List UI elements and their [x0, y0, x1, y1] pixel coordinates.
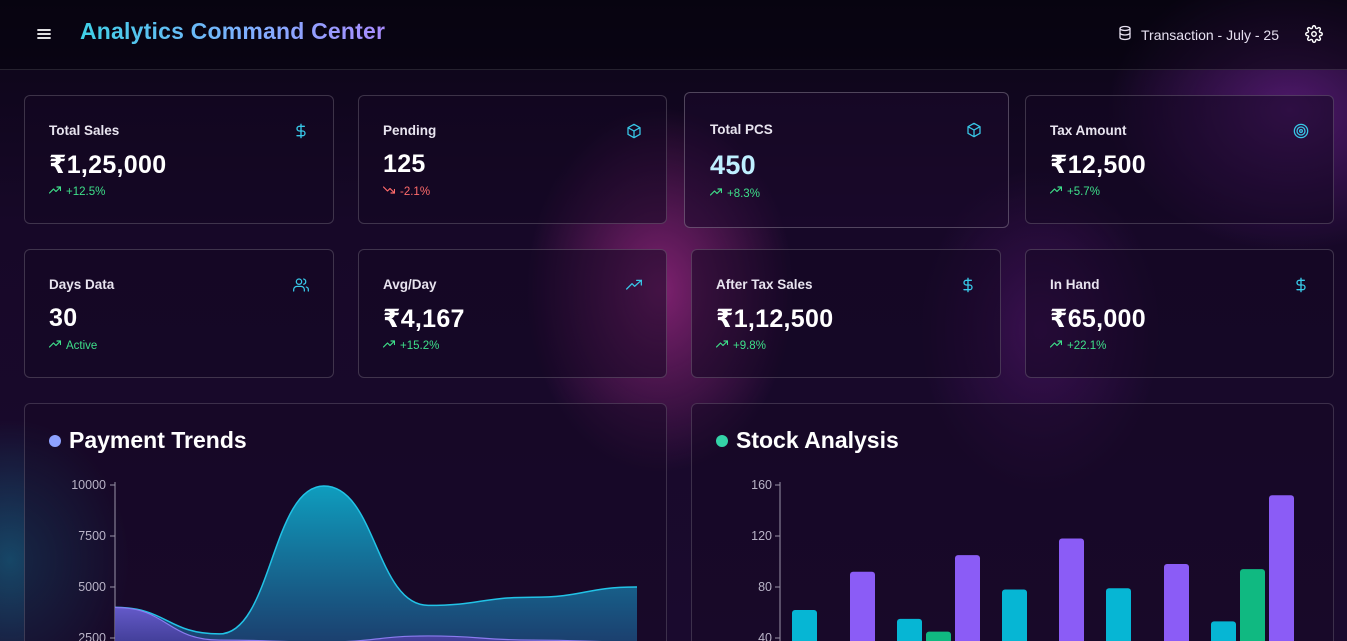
- target-icon: [1293, 123, 1309, 139]
- card-label: In Hand: [1050, 277, 1100, 292]
- trending-up-icon: [1049, 339, 1063, 352]
- stock-analysis-panel: Stock Analysis 40 80 120 160: [691, 403, 1334, 641]
- top-bar: Analytics Command Center Transaction - J…: [0, 0, 1347, 70]
- stock-bar: [1002, 589, 1027, 641]
- y-tick-label: 10000: [71, 478, 106, 492]
- menu-icon[interactable]: [34, 24, 54, 44]
- card-trend-value: +12.5%: [66, 185, 106, 198]
- payment-trends-panel: Payment Trends 2500 5000 7500 10000: [24, 403, 667, 641]
- trending-down-icon: [382, 185, 396, 198]
- card-trend: Active: [48, 339, 98, 352]
- stat-card-pending[interactable]: Pending 125 -2.1%: [358, 95, 667, 224]
- stock-analysis-chart: 40 80 120 160: [751, 478, 1294, 641]
- stock-bar: [1269, 495, 1294, 641]
- card-trend-value: -2.1%: [400, 185, 431, 198]
- stock-bar: [926, 631, 951, 641]
- card-trend-value: +5.7%: [1067, 185, 1100, 198]
- trending-up-icon: [715, 339, 729, 352]
- stock-bar: [955, 555, 980, 641]
- stock-bar: [792, 609, 817, 641]
- y-tick-label: 80: [758, 580, 772, 594]
- card-value: 30: [49, 304, 78, 332]
- box-icon: [966, 122, 982, 138]
- stat-card-tax-amount[interactable]: Tax Amount ₹12,500 +5.7%: [1025, 95, 1334, 224]
- card-value: ₹4,167: [383, 305, 465, 333]
- stock-bar: [897, 618, 922, 641]
- card-label: Tax Amount: [1050, 123, 1127, 138]
- card-label: Avg/Day: [383, 277, 437, 292]
- trending-up-icon: [1049, 185, 1063, 198]
- card-trend: +15.2%: [382, 339, 440, 352]
- card-trend: +12.5%: [48, 185, 106, 198]
- trending-up-icon: [48, 185, 62, 198]
- trending-up-icon: [626, 277, 642, 293]
- y-tick-label: 5000: [78, 580, 106, 594]
- transaction-selector[interactable]: Transaction - July - 25: [1117, 25, 1279, 44]
- card-value: 125: [383, 150, 426, 178]
- trending-up-icon: [382, 339, 396, 352]
- card-trend-value: +8.3%: [727, 187, 760, 200]
- card-value: ₹65,000: [1050, 305, 1146, 333]
- stock-bar: [1240, 569, 1265, 641]
- stat-card-avg-day[interactable]: Avg/Day ₹4,167 +15.2%: [358, 249, 667, 378]
- card-label: Total PCS: [710, 122, 773, 137]
- stock-bar: [1164, 564, 1189, 641]
- stock-bar: [850, 571, 875, 641]
- card-value: ₹1,25,000: [49, 151, 167, 179]
- users-icon: [293, 277, 309, 293]
- card-label: Total Sales: [49, 123, 120, 138]
- card-value: ₹1,12,500: [716, 305, 834, 333]
- dollar-icon: [1293, 277, 1309, 293]
- y-tick-label: 160: [751, 478, 772, 492]
- card-trend: +8.3%: [709, 187, 760, 200]
- card-trend: +9.8%: [715, 339, 766, 352]
- stock-bar: [1059, 538, 1084, 641]
- card-trend: -2.1%: [382, 185, 431, 198]
- card-value: ₹12,500: [1050, 151, 1146, 179]
- trending-up-icon: [709, 187, 723, 200]
- dollar-icon: [960, 277, 976, 293]
- card-value: 450: [710, 150, 756, 180]
- y-tick-label: 40: [758, 631, 772, 641]
- area-series-1: [115, 486, 637, 641]
- app-title: Analytics Command Center: [80, 18, 386, 44]
- stat-card-after-tax-sales[interactable]: After Tax Sales ₹1,12,500 +9.8%: [691, 249, 1001, 378]
- card-trend-value: +9.8%: [733, 339, 766, 352]
- y-tick-label: 120: [751, 529, 772, 543]
- card-trend-value: +22.1%: [1067, 339, 1107, 352]
- y-tick-label: 7500: [78, 529, 106, 543]
- transaction-label: Transaction - July - 25: [1141, 26, 1279, 43]
- card-label: Days Data: [49, 277, 115, 292]
- card-label: Pending: [383, 123, 437, 138]
- trending-up-icon: [48, 339, 62, 352]
- database-icon: [1117, 25, 1133, 44]
- gear-icon[interactable]: [1305, 25, 1323, 43]
- box-icon: [626, 123, 642, 139]
- card-label: After Tax Sales: [716, 277, 813, 292]
- card-trend: +5.7%: [1049, 185, 1100, 198]
- card-trend: +22.1%: [1049, 339, 1107, 352]
- card-trend-value: +15.2%: [400, 339, 440, 352]
- payment-trends-chart: 2500 5000 7500 10000: [71, 478, 638, 641]
- stock-bar: [1211, 621, 1236, 641]
- stat-card-in-hand[interactable]: In Hand ₹65,000 +22.1%: [1025, 249, 1334, 378]
- stat-card-total-pcs[interactable]: Total PCS 450 +8.3%: [684, 92, 1009, 228]
- card-trend-value: Active: [66, 339, 98, 352]
- dollar-icon: [293, 123, 309, 139]
- stock-bar: [1106, 588, 1131, 641]
- y-tick-label: 2500: [78, 631, 106, 641]
- stat-card-days-data[interactable]: Days Data 30 Active: [24, 249, 334, 378]
- stat-card-total-sales[interactable]: Total Sales ₹1,25,000 +12.5%: [24, 95, 334, 224]
